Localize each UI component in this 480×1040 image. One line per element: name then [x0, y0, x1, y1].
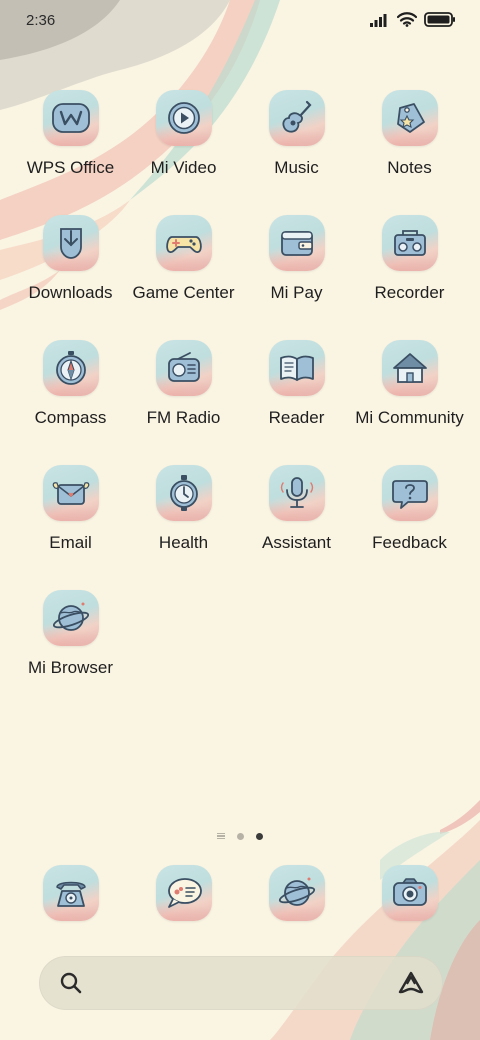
app-game-center[interactable]: Game Center	[127, 215, 240, 326]
app-mi-community[interactable]: Mi Community	[353, 340, 466, 451]
stopwatch-icon	[155, 465, 212, 521]
app-label: Mi Video	[150, 158, 217, 177]
app-mi-browser[interactable]: Mi Browser	[14, 590, 127, 701]
app-downloads[interactable]: Downloads	[14, 215, 127, 326]
download-icon	[42, 215, 99, 271]
app-label: Recorder	[374, 283, 445, 302]
search-bar[interactable]	[39, 956, 443, 1010]
boombox-icon	[381, 215, 438, 271]
app-assistant[interactable]: Assistant	[240, 465, 353, 576]
app-label: Feedback	[372, 533, 447, 552]
dock-app-messages[interactable]	[127, 865, 240, 925]
page-dot-2-active[interactable]	[256, 832, 263, 840]
app-label: Assistant	[262, 533, 331, 552]
dock-app-browser[interactable]	[240, 865, 353, 925]
envelope-icon	[42, 465, 99, 521]
app-fm-radio[interactable]: FM Radio	[127, 340, 240, 451]
microphone-icon	[268, 465, 325, 521]
app-grid: WPS Office Mi Video Music Notes Download…	[14, 90, 466, 701]
phone-icon	[42, 865, 99, 921]
message-bubble-icon	[155, 865, 212, 921]
wps-office-icon	[42, 90, 99, 146]
planet-icon	[42, 590, 99, 646]
app-mi-pay[interactable]: Mi Pay	[240, 215, 353, 326]
app-label: Downloads	[28, 283, 113, 302]
wifi-icon	[396, 12, 418, 32]
app-feedback[interactable]: Feedback	[353, 465, 466, 576]
book-icon	[268, 340, 325, 396]
camera-icon	[381, 865, 438, 921]
app-compass[interactable]: Compass	[14, 340, 127, 451]
app-mi-video[interactable]: Mi Video	[127, 90, 240, 201]
guitar-icon	[268, 90, 325, 146]
house-icon	[381, 340, 438, 396]
app-music[interactable]: Music	[240, 90, 353, 201]
battery-icon	[424, 12, 456, 32]
play-icon	[155, 90, 212, 146]
app-label: Compass	[34, 408, 107, 427]
clock: 2:36	[26, 12, 56, 29]
app-email[interactable]: Email	[14, 465, 127, 576]
app-label: FM Radio	[146, 408, 221, 427]
wallet-icon	[268, 215, 325, 271]
note-tag-icon	[381, 90, 438, 146]
app-label: Reader	[268, 408, 325, 427]
compass-icon	[42, 340, 99, 396]
page-indicator[interactable]	[0, 829, 480, 843]
app-label: Email	[49, 533, 92, 552]
app-label: Notes	[387, 158, 432, 177]
dock	[14, 865, 466, 925]
dock-app-phone[interactable]	[14, 865, 127, 925]
dock-app-camera[interactable]	[353, 865, 466, 925]
gamepad-icon	[155, 215, 212, 271]
search-icon[interactable]	[59, 971, 83, 1000]
app-recorder[interactable]: Recorder	[353, 215, 466, 326]
status-bar: 2:36	[0, 0, 480, 44]
app-notes[interactable]: Notes	[353, 90, 466, 201]
app-label: Game Center	[132, 283, 235, 302]
app-list-indicator-icon	[217, 832, 225, 840]
app-reader[interactable]: Reader	[240, 340, 353, 451]
app-label: WPS Office	[26, 158, 115, 177]
radio-icon	[155, 340, 212, 396]
app-label: Mi Community	[355, 408, 464, 427]
app-label: Mi Pay	[270, 283, 323, 302]
app-label: Health	[158, 533, 209, 552]
signal-icon	[370, 13, 390, 32]
planet-icon	[268, 865, 325, 921]
assistant-icon[interactable]	[397, 970, 425, 1001]
app-label: Mi Browser	[27, 658, 113, 677]
chat-question-icon	[381, 465, 438, 521]
app-health[interactable]: Health	[127, 465, 240, 576]
app-wps-office[interactable]: WPS Office	[14, 90, 127, 201]
app-label: Music	[274, 158, 319, 177]
page-dot-1[interactable]	[237, 832, 244, 840]
